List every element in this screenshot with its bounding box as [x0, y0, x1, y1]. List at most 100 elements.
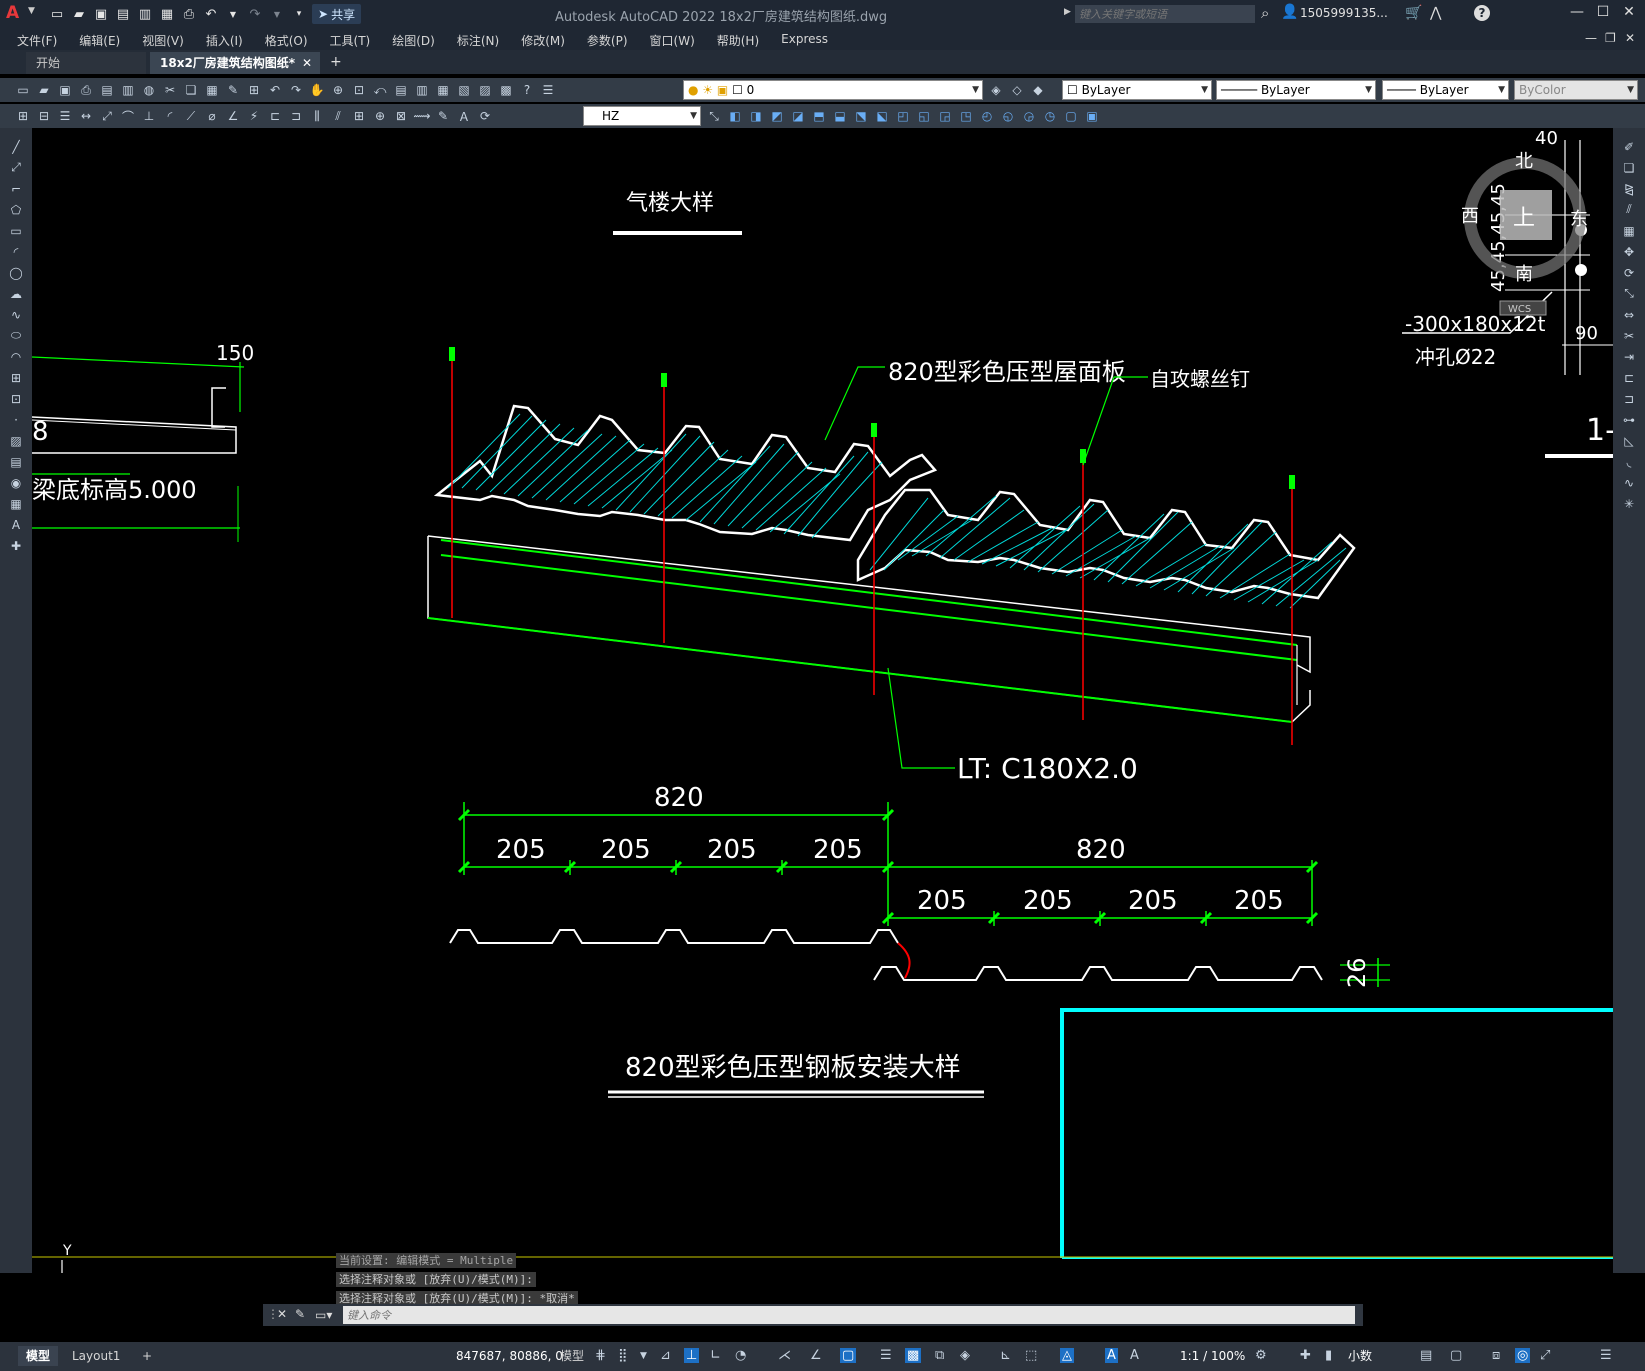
scale-icon[interactable]: ⤡: [1613, 283, 1645, 304]
ellipse-arc-icon[interactable]: ◠: [0, 346, 32, 367]
customize-qat-icon[interactable]: ▾: [290, 5, 308, 23]
redo-icon[interactable]: ↷: [246, 5, 264, 23]
help-icon[interactable]: ?: [518, 81, 536, 99]
close-window-icon[interactable]: ✕: [1617, 4, 1641, 20]
pan-icon[interactable]: ✋: [308, 81, 326, 99]
menu-dimension[interactable]: 标注(N): [446, 28, 510, 50]
command-history-icon[interactable]: ▭▾: [315, 1308, 332, 1322]
explode-icon[interactable]: ✳: [1613, 493, 1645, 514]
center-mark-icon[interactable]: ⊕: [371, 107, 389, 125]
annotation-monitor-icon[interactable]: ✚: [1300, 1348, 1311, 1363]
redo-icon[interactable]: ↷: [287, 81, 305, 99]
cart-icon[interactable]: 🛒: [1405, 5, 1422, 21]
tab-start[interactable]: 开始: [26, 52, 146, 74]
rectangle-icon[interactable]: ▭: [0, 220, 32, 241]
viewcube-top[interactable]: 上: [1513, 206, 1535, 231]
separate-icon[interactable]: ◷: [1041, 107, 1059, 125]
linear-dimension-icon[interactable]: ↔: [77, 107, 95, 125]
snap-icon[interactable]: ⣿: [618, 1348, 628, 1363]
new-tab-button[interactable]: +: [330, 54, 342, 70]
layer-previous-icon[interactable]: ◇: [1008, 81, 1026, 99]
dimension-update-icon[interactable]: ⟳: [476, 107, 494, 125]
break-icon[interactable]: ⊐: [1613, 388, 1645, 409]
table-icon[interactable]: ▦: [0, 493, 32, 514]
open-icon[interactable]: ▰: [70, 5, 88, 23]
tolerance-icon[interactable]: ⊞: [350, 107, 368, 125]
plot-icon[interactable]: ⎙: [77, 81, 95, 99]
transparency-icon[interactable]: ▩: [905, 1348, 922, 1363]
autocad-logo-icon[interactable]: A: [6, 3, 28, 25]
zoom-window-icon[interactable]: ⊡: [350, 81, 368, 99]
search-icon[interactable]: ⌕: [1261, 4, 1269, 22]
markup-icon[interactable]: ▨: [476, 81, 494, 99]
viewcube-west[interactable]: 西: [1461, 206, 1479, 227]
polyline-icon[interactable]: ⌐: [0, 178, 32, 199]
union-icon[interactable]: ◧: [726, 107, 744, 125]
infer-constraints-icon[interactable]: ⊿: [660, 1348, 671, 1363]
diameter-dimension-icon[interactable]: ⌀: [203, 107, 221, 125]
angular-dimension-icon[interactable]: ∠: [224, 107, 242, 125]
customization-icon[interactable]: ☰: [1600, 1348, 1612, 1363]
block-edit-icon[interactable]: ⊞: [14, 107, 32, 125]
color-edges-icon[interactable]: ◴: [978, 107, 996, 125]
copy-icon[interactable]: ❏: [182, 81, 200, 99]
dynamic-ucs-icon[interactable]: ⊾: [1000, 1348, 1011, 1363]
viewcube-south[interactable]: 南: [1515, 264, 1533, 285]
dimension-text-edit-icon[interactable]: Ａ: [455, 107, 473, 125]
menu-tools[interactable]: 工具(T): [319, 28, 382, 50]
layer-dropdown[interactable]: ● ☀ ▣ ☐ 0 ▼: [683, 80, 983, 100]
dimension-space-icon[interactable]: ⫼: [308, 107, 326, 125]
line-icon[interactable]: ╱: [0, 136, 32, 157]
taper-faces-icon[interactable]: ◰: [894, 107, 912, 125]
layer-state-icon[interactable]: ◆: [1029, 81, 1047, 99]
publish-icon[interactable]: ▥: [136, 5, 154, 23]
subtract-icon[interactable]: ◨: [747, 107, 765, 125]
aligned-dimension-icon[interactable]: ⤢: [98, 107, 116, 125]
properties-icon[interactable]: ▤: [392, 81, 410, 99]
offset-icon[interactable]: ⫽: [1613, 199, 1645, 220]
isodraft-icon[interactable]: ⋌: [778, 1348, 791, 1363]
region-icon[interactable]: ◉: [0, 472, 32, 493]
selection-filter-icon[interactable]: ⬚: [1025, 1348, 1037, 1363]
jogged-linear-icon[interactable]: ⟿: [413, 107, 431, 125]
dimension-edit-icon[interactable]: ✎: [434, 107, 452, 125]
saveas-icon[interactable]: ▤: [114, 5, 132, 23]
annotation-visibility-icon[interactable]: A: [1105, 1348, 1118, 1363]
graphics-performance-icon[interactable]: ◎: [1515, 1348, 1531, 1363]
copy-edges-icon[interactable]: ◳: [957, 107, 975, 125]
stretch-icon[interactable]: ⇔: [1613, 304, 1645, 325]
undo-icon[interactable]: ↶: [266, 81, 284, 99]
command-close-icon[interactable]: ✕: [277, 1307, 287, 1321]
object-snap-icon[interactable]: ▢: [840, 1348, 857, 1363]
add-layout-button[interactable]: +: [134, 1346, 160, 1366]
add-selected-icon[interactable]: ✚: [0, 535, 32, 556]
polygon-icon[interactable]: ⬠: [0, 199, 32, 220]
mtext-icon[interactable]: A: [0, 514, 32, 535]
logo-menu-chevron-icon[interactable]: ▼: [28, 6, 35, 16]
radius-dimension-icon[interactable]: ◜: [161, 107, 179, 125]
ortho-icon[interactable]: ∟: [710, 1348, 721, 1363]
menu-express[interactable]: Express: [770, 28, 839, 50]
model-space-button[interactable]: 模型: [552, 1346, 592, 1366]
snap-dropdown-icon[interactable]: ▼: [640, 1351, 647, 1361]
menu-edit[interactable]: 编辑(E): [68, 28, 131, 50]
ellipse-icon[interactable]: ⬭: [0, 325, 32, 346]
autodesk-app-icon[interactable]: ⋀: [1430, 5, 1441, 21]
menu-view[interactable]: 视图(V): [131, 28, 195, 50]
move-icon[interactable]: ✥: [1613, 241, 1645, 262]
units-value[interactable]: 小数: [1340, 1346, 1380, 1366]
menu-modify[interactable]: 修改(M): [510, 28, 576, 50]
arc-length-icon[interactable]: ⌒: [119, 107, 137, 125]
lock-ui-icon[interactable]: ▢: [1450, 1348, 1462, 1363]
lineweight-icon[interactable]: ☰: [880, 1348, 892, 1363]
gizmo-icon[interactable]: ◬: [1060, 1348, 1074, 1363]
polar-icon[interactable]: ◔: [735, 1348, 746, 1363]
3d-osnap-icon[interactable]: ◈: [960, 1348, 970, 1363]
dimension-break-icon[interactable]: ⫽: [329, 107, 347, 125]
tab-active-drawing[interactable]: 18x2厂房建筑结构图纸* ✕: [150, 52, 320, 74]
units-icon[interactable]: ▮: [1325, 1348, 1332, 1363]
search-input[interactable]: [1075, 5, 1255, 23]
insert-block-icon[interactable]: ⊞: [0, 367, 32, 388]
plot-icon[interactable]: ▦: [158, 5, 176, 23]
revision-cloud-icon[interactable]: ☁: [0, 283, 32, 304]
